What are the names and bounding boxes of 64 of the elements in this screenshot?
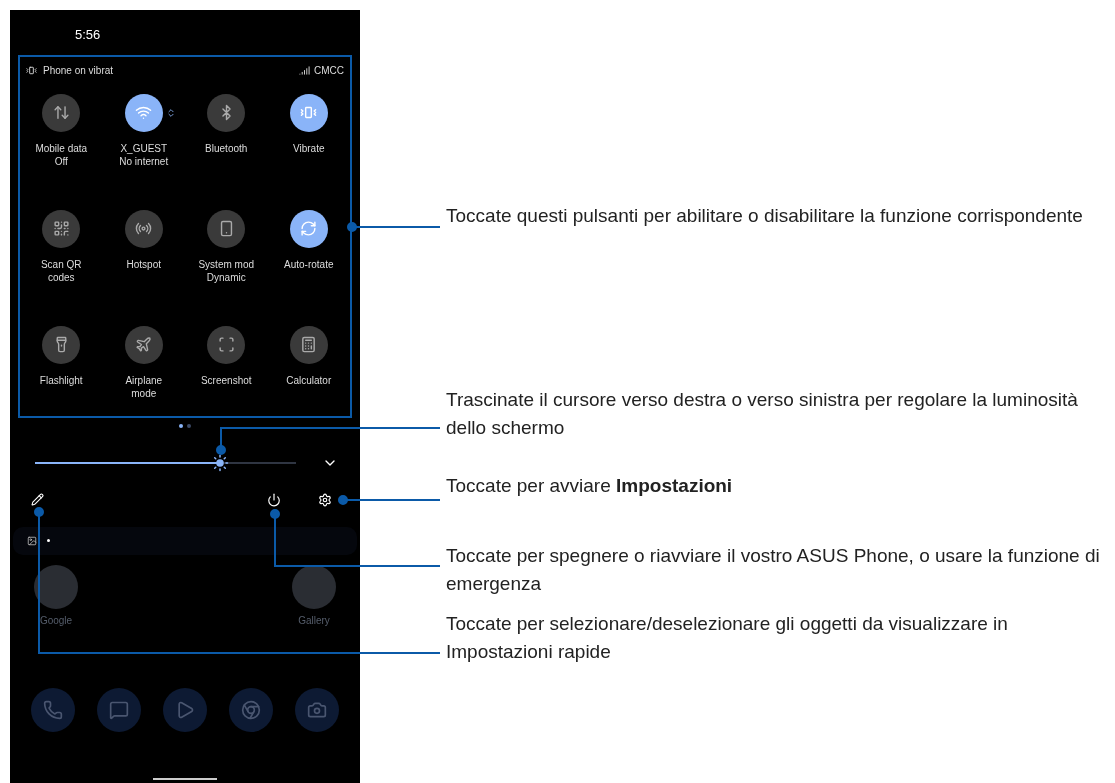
quick-tile-toggle[interactable] (289, 93, 328, 132)
rotate-icon (300, 220, 318, 237)
qr-code-icon (52, 220, 70, 237)
callout-text: Toccate per avviare Impostazioni (446, 474, 734, 498)
status-text: Phone on vibrat (43, 63, 114, 78)
airplane-icon (135, 336, 153, 353)
hotspot-icon (135, 220, 153, 237)
image-icon (27, 535, 37, 546)
power-icon[interactable] (267, 492, 281, 507)
callout-text: Toccate per selezionare/deselezionare gli oggetti da visualizzare in Impostazioni rapide (446, 612, 1009, 664)
quick-tile-toggle[interactable] (289, 325, 328, 364)
tile-label: Mobile data (35, 141, 88, 155)
tile-label: Hotspot (126, 257, 161, 271)
tile-sublabel: codes (47, 270, 75, 284)
app-label: Gallery (298, 613, 330, 628)
dock-app-icon[interactable] (97, 687, 141, 732)
brightness-thumb-icon[interactable] (211, 453, 230, 472)
app-folder-icon[interactable] (34, 564, 78, 609)
quick-tile-toggle[interactable] (42, 325, 81, 364)
app-label: Google (39, 613, 73, 628)
tile-label: Vibrate (293, 141, 325, 155)
tile-sublabel: Dynamic (206, 270, 246, 284)
arrows-icon (52, 104, 70, 121)
quick-tile-toggle[interactable] (124, 93, 163, 132)
wifi-icon (135, 104, 153, 121)
tile-sublabel: mode (131, 386, 157, 400)
quick-tile-toggle[interactable] (42, 209, 81, 248)
dock-app-icon[interactable] (31, 687, 75, 732)
quick-tile-toggle[interactable] (207, 325, 246, 364)
quick-tile-toggle[interactable] (42, 93, 81, 132)
vibrate-icon (26, 64, 37, 76)
edit-icon[interactable] (31, 493, 44, 506)
carrier-label: CMCC (314, 63, 344, 78)
callout-text: Toccate per spegnere o riavviare il vostro ASUS Phone, o usare la funzione di emergenza (446, 544, 1101, 596)
tile-label: Scan QR (40, 257, 82, 271)
quick-tile-toggle[interactable] (207, 209, 246, 248)
settings-icon[interactable] (318, 492, 332, 507)
tile-label: Calculator (286, 373, 332, 387)
tile-label: Bluetooth (205, 141, 248, 155)
clock: 5:56 (75, 26, 101, 44)
tile-label: X_GUEST (120, 141, 168, 155)
app-icon[interactable] (292, 564, 336, 609)
quick-tile-toggle[interactable] (124, 209, 163, 248)
quick-tile-toggle[interactable] (289, 209, 328, 248)
tile-sublabel: Off (54, 154, 68, 168)
tile-label: Screenshot (200, 373, 252, 387)
callout-text: Trascinate il cursore verso destra o verso sinistra per regolare la luminosità dello schermo (446, 388, 1079, 440)
vibrate-icon (300, 104, 318, 121)
tile-sublabel: No internet (119, 154, 169, 168)
dock-app-icon[interactable] (163, 687, 207, 732)
tile-label: System mod (198, 257, 255, 271)
screenshot-icon (217, 336, 235, 353)
tile-label: Flashlight (39, 373, 83, 387)
dock-app-icon[interactable] (295, 687, 339, 732)
calculator-icon (300, 336, 318, 353)
tile-label: Auto-rotate (284, 257, 334, 271)
quick-tile-toggle[interactable] (207, 93, 246, 132)
tile-label: Airplane (125, 373, 163, 387)
quick-tile-toggle[interactable] (124, 325, 163, 364)
callout-text: Toccate questi pulsanti per abilitare o disabilitare la funzione corrispondente (446, 204, 1084, 228)
dock-app-icon[interactable] (229, 687, 273, 732)
expand-arrows-icon[interactable] (165, 107, 176, 118)
signal-icon (299, 64, 310, 76)
brightness-slider[interactable] (35, 452, 296, 473)
